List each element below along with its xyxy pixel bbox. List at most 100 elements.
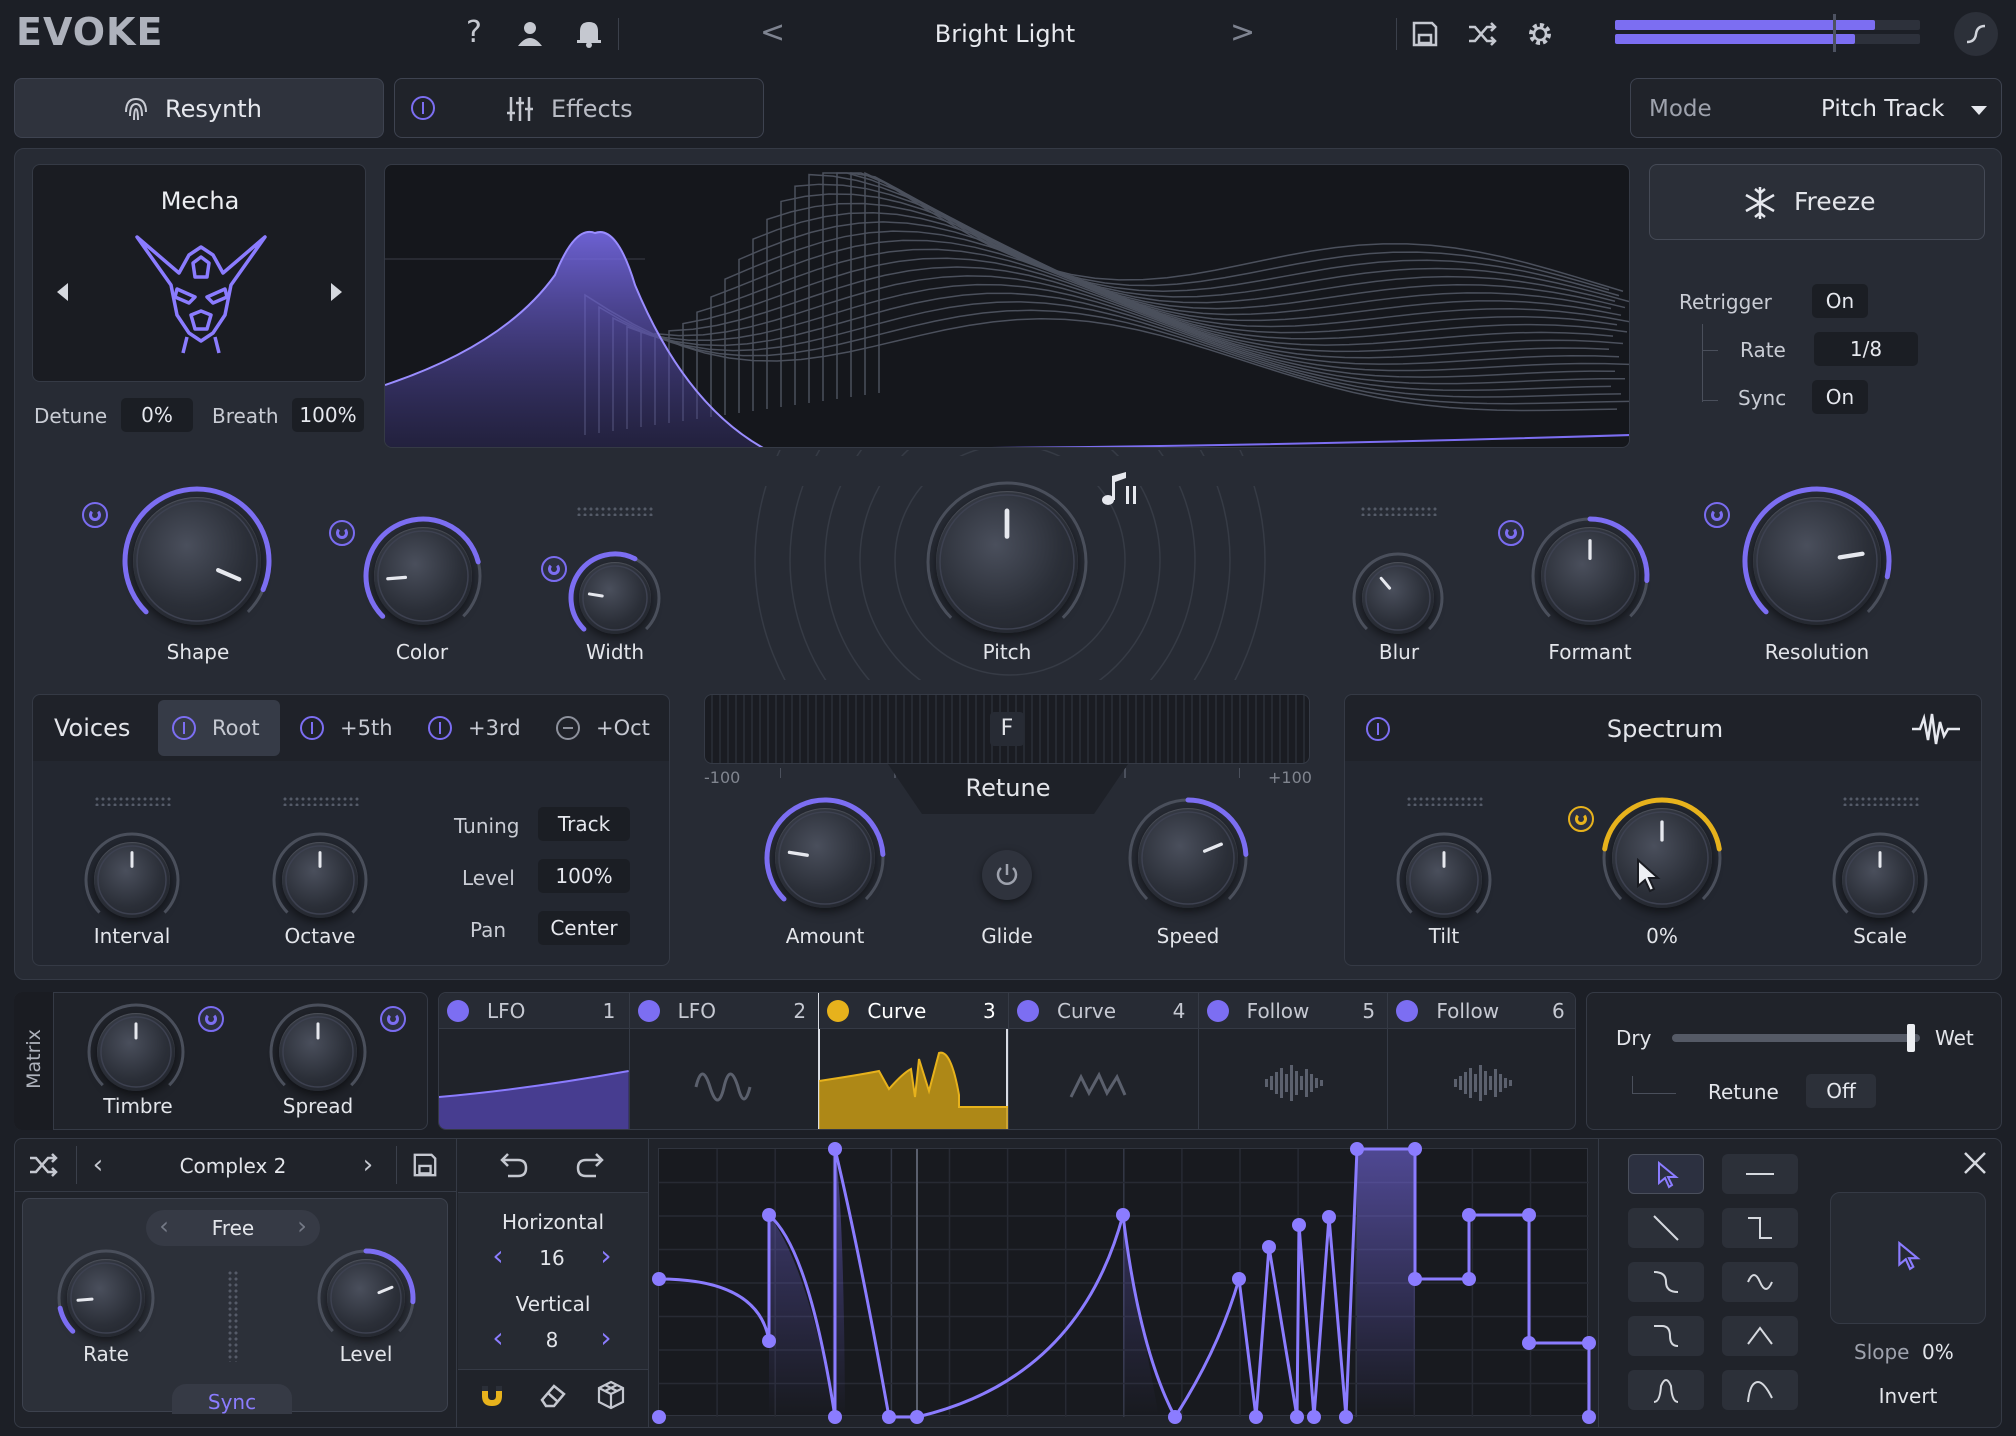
redo-icon[interactable] [574, 1150, 608, 1180]
mod-slot-toggle-icon[interactable] [827, 1000, 850, 1022]
curve-point[interactable] [1462, 1208, 1476, 1222]
cube-icon[interactable] [596, 1380, 626, 1410]
save-icon[interactable] [1411, 20, 1439, 48]
waveform-icon[interactable] [1910, 712, 1962, 746]
curve-point[interactable] [1116, 1208, 1130, 1222]
color-mod-chip[interactable] [329, 520, 355, 546]
shape-mod-chip[interactable] [82, 502, 108, 528]
mod-slot-1[interactable]: LFO 1 [439, 993, 629, 1129]
tab-effects[interactable]: Effects [394, 78, 764, 138]
curve-point[interactable] [828, 1410, 842, 1424]
curve-preset-name[interactable]: Complex 2 [140, 1154, 326, 1178]
tool-scurve[interactable] [1628, 1262, 1704, 1302]
interval-drag-handle[interactable] [94, 796, 172, 806]
curve-point[interactable] [1290, 1410, 1304, 1424]
tool-sine[interactable] [1722, 1262, 1798, 1302]
curve-point[interactable] [1322, 1210, 1336, 1224]
timbre-knob[interactable] [87, 1003, 185, 1091]
retrigger-value[interactable]: On [1812, 284, 1868, 318]
vertical-inc-button[interactable]: › [596, 1324, 616, 1352]
bell-icon[interactable] [575, 18, 603, 48]
width-drag-handle[interactable] [576, 506, 654, 516]
freeze-button[interactable]: Freeze [1649, 164, 1985, 240]
spectrum-center-knob[interactable] [1602, 797, 1722, 908]
shuffle-icon[interactable] [28, 1152, 58, 1178]
curve-point[interactable] [1408, 1272, 1422, 1286]
user-icon[interactable] [515, 18, 545, 48]
fifth-power-icon[interactable] [300, 716, 324, 740]
mod-slot-2[interactable]: LFO 2 [628, 993, 820, 1129]
curve-point[interactable] [1462, 1272, 1476, 1286]
tool-select[interactable] [1628, 1154, 1704, 1194]
tool-bell[interactable] [1628, 1370, 1704, 1410]
mod-slot-toggle-icon[interactable] [1396, 1000, 1419, 1022]
voice-model-next-button[interactable] [331, 283, 342, 301]
spectrum-power-icon[interactable] [1366, 717, 1390, 741]
close-icon[interactable] [1962, 1150, 1988, 1176]
glide-button[interactable] [982, 850, 1032, 900]
dry-wet-thumb[interactable] [1907, 1024, 1916, 1052]
magnet-icon[interactable] [478, 1382, 506, 1410]
voice-oct-label[interactable]: +Oct [596, 716, 650, 740]
rate-level-link-handle[interactable] [227, 1270, 239, 1362]
curve-point[interactable] [762, 1208, 776, 1222]
resolution-mod-chip[interactable] [1704, 502, 1730, 528]
tilt-knob[interactable] [1396, 832, 1492, 918]
preset-prev-button[interactable]: < [760, 18, 785, 48]
music-note-icon[interactable] [1100, 470, 1140, 510]
detune-value[interactable]: 0% [121, 398, 193, 432]
curve-preset-next-button[interactable]: › [358, 1152, 378, 1178]
voice-fifth-label[interactable]: +5th [340, 716, 393, 740]
curve-preset-prev-button[interactable]: ‹ [88, 1152, 108, 1178]
formant-knob[interactable] [1531, 516, 1650, 625]
tool-decay[interactable] [1722, 1370, 1798, 1410]
help-icon[interactable]: ? [460, 18, 488, 48]
shuffle-icon[interactable] [1467, 20, 1497, 48]
tool-triangle[interactable] [1722, 1316, 1798, 1356]
dry-wet-slider[interactable] [1672, 1024, 1920, 1052]
effects-power-icon[interactable] [411, 96, 435, 120]
curve-point[interactable] [1307, 1410, 1321, 1424]
shape-knob[interactable] [122, 486, 272, 625]
octave-drag-handle[interactable] [282, 796, 360, 806]
resolution-knob[interactable] [1742, 486, 1892, 625]
curve-point[interactable] [1168, 1410, 1182, 1424]
scale-knob[interactable] [1832, 832, 1928, 918]
tool-flat[interactable] [1722, 1154, 1798, 1194]
width-knob[interactable] [568, 551, 661, 634]
tilt-drag-handle[interactable] [1406, 796, 1484, 806]
curve-point[interactable] [1292, 1218, 1306, 1232]
undo-icon[interactable] [496, 1150, 530, 1180]
mod-slot-toggle-icon[interactable] [637, 1000, 660, 1022]
curve-point[interactable] [1408, 1142, 1422, 1156]
voice-model-prev-button[interactable] [57, 283, 68, 301]
width-mod-chip[interactable] [541, 556, 567, 582]
voice-model-selector[interactable]: Mecha [32, 164, 366, 382]
curve-point[interactable] [1232, 1272, 1246, 1286]
mod-slot-4[interactable]: Curve 4 [1008, 993, 1199, 1129]
sync-value[interactable]: On [1812, 380, 1868, 414]
octave-knob[interactable] [272, 832, 368, 918]
curve-level-knob[interactable] [317, 1248, 416, 1337]
breath-value[interactable]: 100% [292, 398, 364, 432]
curve-point[interactable] [1262, 1240, 1276, 1254]
mod-slot-toggle-icon[interactable] [447, 1000, 469, 1022]
curve-point[interactable] [1582, 1410, 1596, 1424]
horizontal-inc-button[interactable]: › [596, 1242, 616, 1270]
horizontal-value[interactable]: 16 [520, 1246, 584, 1270]
spectrum-mod-chip[interactable] [1568, 806, 1594, 832]
color-knob[interactable] [363, 516, 482, 625]
gear-icon[interactable] [1525, 19, 1555, 49]
slope-pad[interactable] [1830, 1192, 1986, 1324]
mod-slot-toggle-icon[interactable] [1206, 1000, 1229, 1022]
curve-point[interactable] [882, 1410, 896, 1424]
scale-drag-handle[interactable] [1842, 796, 1920, 806]
mod-slot-6[interactable]: Follow 6 [1387, 993, 1575, 1129]
vertical-value[interactable]: 8 [520, 1328, 584, 1352]
level-value[interactable]: 100% [538, 859, 630, 893]
preset-name[interactable]: Bright Light [880, 20, 1130, 48]
bypass-button[interactable] [1954, 12, 1998, 56]
blur-knob[interactable] [1352, 552, 1444, 634]
mod-slot-3[interactable]: Curve 3 [818, 993, 1009, 1129]
tool-ease[interactable] [1628, 1316, 1704, 1356]
